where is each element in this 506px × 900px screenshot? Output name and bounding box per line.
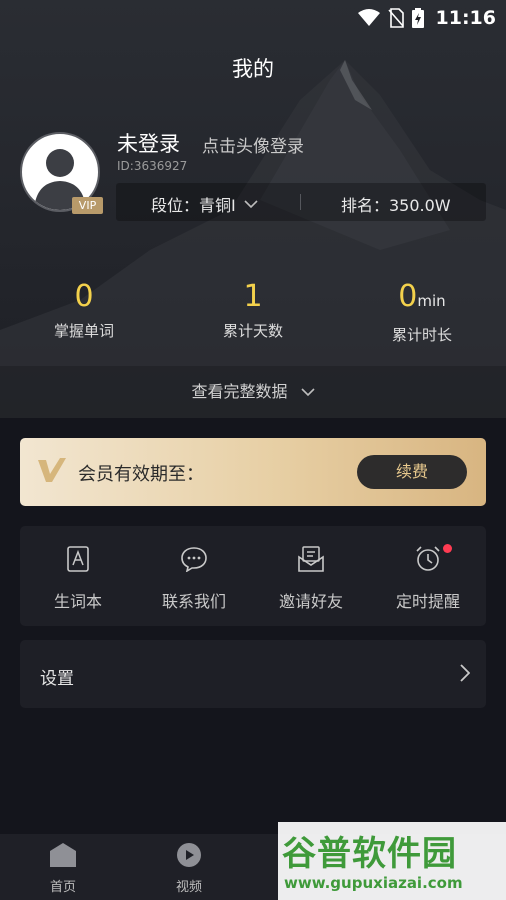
alarm-clock-icon [416, 546, 440, 571]
battery-charging-icon [411, 8, 424, 28]
user-id: ID:3636927 [117, 159, 188, 173]
vip-membership-card: 会员有效期至： 续费 [20, 438, 486, 506]
tab-home[interactable]: 首页 [23, 842, 103, 895]
tool-timed-reminder[interactable]: 定时提醒 [370, 544, 486, 612]
view-full-data-button[interactable]: 查看完整数据 [0, 366, 506, 418]
tool-label: 联系我们 [161, 592, 226, 611]
rank-box: 段位：青铜I 排名：350.0W [116, 183, 486, 221]
rank-level-text: 段位：青铜I [151, 196, 236, 215]
watermark: 谷普软件园 www.gupuxiazai.com [278, 822, 506, 900]
chevron-down-icon [244, 199, 258, 208]
status-bar: 11:16 [0, 0, 506, 36]
tab-label: 视频 [175, 880, 202, 895]
watermark-url: www.gupuxiazai.com [284, 874, 463, 892]
tool-contact-us[interactable]: 联系我们 [136, 544, 252, 612]
rank-divider [300, 194, 301, 210]
username[interactable]: 未登录 [117, 128, 180, 158]
chat-bubble-icon [181, 547, 207, 572]
home-icon [50, 843, 76, 867]
vip-badge: VIP [72, 197, 103, 214]
stat-value: 0 [74, 279, 94, 314]
invite-mail-icon [298, 546, 324, 572]
tab-video[interactable]: 视频 [149, 842, 229, 895]
tool-label: 定时提醒 [395, 592, 460, 611]
watermark-title: 谷普软件园 [282, 834, 457, 874]
tool-vocabulary-book[interactable]: 生词本 [20, 544, 136, 612]
stat-value: 1 [243, 279, 263, 314]
stat-total-days: 1 累计天数 [183, 280, 323, 341]
chevron-down-icon [300, 388, 315, 397]
settings-label: 设置 [40, 669, 74, 689]
video-play-icon [177, 843, 201, 867]
tools-card: 生词本 联系我们 邀请好友 定时提醒 [20, 526, 486, 626]
login-hint[interactable]: 点击头像登录 [202, 132, 304, 157]
wifi-icon [357, 9, 380, 26]
renew-button[interactable]: 续费 [357, 455, 467, 489]
chevron-right-icon [460, 664, 470, 682]
stat-label: 累计时长 [391, 326, 452, 344]
no-sim-icon [387, 8, 404, 28]
rank-level-selector[interactable]: 段位：青铜I [151, 192, 258, 216]
vip-expiry-text: 会员有效期至： [78, 464, 204, 485]
stat-mastered-words: 0 掌握单词 [14, 280, 154, 341]
tool-invite-friends[interactable]: 邀请好友 [253, 544, 369, 612]
vocabulary-book-icon [67, 546, 89, 572]
stat-value: 0 [398, 279, 418, 314]
stat-label: 累计天数 [222, 322, 283, 340]
status-time: 11:16 [435, 7, 496, 29]
view-full-data-label: 查看完整数据 [191, 382, 288, 401]
rank-position: 排名：350.0W [341, 196, 451, 215]
page-title: 我的 [232, 57, 274, 81]
settings-row[interactable]: 设置 [20, 640, 486, 708]
notification-dot [443, 544, 452, 553]
vip-v-logo-icon [38, 458, 66, 482]
stat-unit: min [417, 292, 446, 310]
tab-label: 首页 [49, 880, 76, 895]
stat-total-time: 0min 累计时长 [352, 280, 492, 345]
tool-label: 邀请好友 [278, 592, 343, 611]
tool-label: 生词本 [53, 592, 102, 611]
stat-label: 掌握单词 [53, 322, 114, 340]
